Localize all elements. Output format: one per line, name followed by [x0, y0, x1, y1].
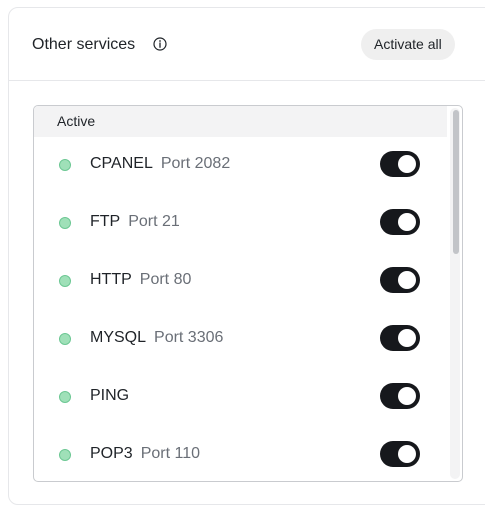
service-name: FTP: [90, 213, 121, 230]
service-name: PING: [90, 387, 130, 404]
service-toggle[interactable]: [380, 325, 420, 351]
service-name: CPANEL: [90, 155, 153, 172]
toggle-knob: [398, 329, 416, 347]
service-row-ftp: FTP Port 21: [34, 195, 447, 253]
service-name: POP3: [90, 445, 133, 462]
service-name: HTTP: [90, 271, 132, 288]
service-name: MYSQL: [90, 329, 147, 346]
status-dot: [59, 333, 71, 345]
status-dot: [59, 449, 71, 461]
group-header-active: Active: [34, 106, 447, 137]
info-icon[interactable]: [153, 37, 167, 51]
other-services-card: Other services Activate all Active CPANE…: [8, 7, 485, 505]
service-port: Port 3306: [154, 329, 224, 346]
scrollbar-thumb[interactable]: [453, 110, 459, 254]
service-row-cpanel: CPANEL Port 2082: [34, 137, 447, 195]
card-header: Other services Activate all: [9, 8, 485, 81]
service-toggle[interactable]: [380, 267, 420, 293]
service-row-mysql: MYSQL Port 3306: [34, 311, 447, 369]
toggle-knob: [398, 271, 416, 289]
toggle-knob: [398, 387, 416, 405]
card-title: Other services: [32, 36, 136, 53]
service-row-pop3: POP3 Port 110: [34, 427, 447, 481]
service-port: Port 80: [139, 271, 192, 288]
scrollbar-track[interactable]: [450, 108, 460, 479]
status-dot: [59, 159, 71, 171]
service-toggle[interactable]: [380, 209, 420, 235]
toggle-knob: [398, 213, 416, 231]
service-toggle[interactable]: [380, 383, 420, 409]
status-dot: [59, 275, 71, 287]
service-port: Port 21: [128, 213, 180, 230]
service-row-http: HTTP Port 80: [34, 253, 447, 311]
services-list: Active CPANEL Port 2082 FTP Port 21 HTTP Po…: [33, 105, 463, 482]
toggle-knob: [398, 445, 416, 463]
status-dot: [59, 391, 71, 403]
service-toggle[interactable]: [380, 441, 420, 467]
status-dot: [59, 217, 71, 229]
activate-all-button[interactable]: Activate all: [361, 29, 455, 60]
service-toggle[interactable]: [380, 151, 420, 177]
toggle-knob: [398, 155, 416, 173]
service-port: Port 2082: [160, 155, 231, 172]
service-row-ping: PING: [34, 369, 447, 427]
service-port: Port 110: [140, 445, 200, 462]
